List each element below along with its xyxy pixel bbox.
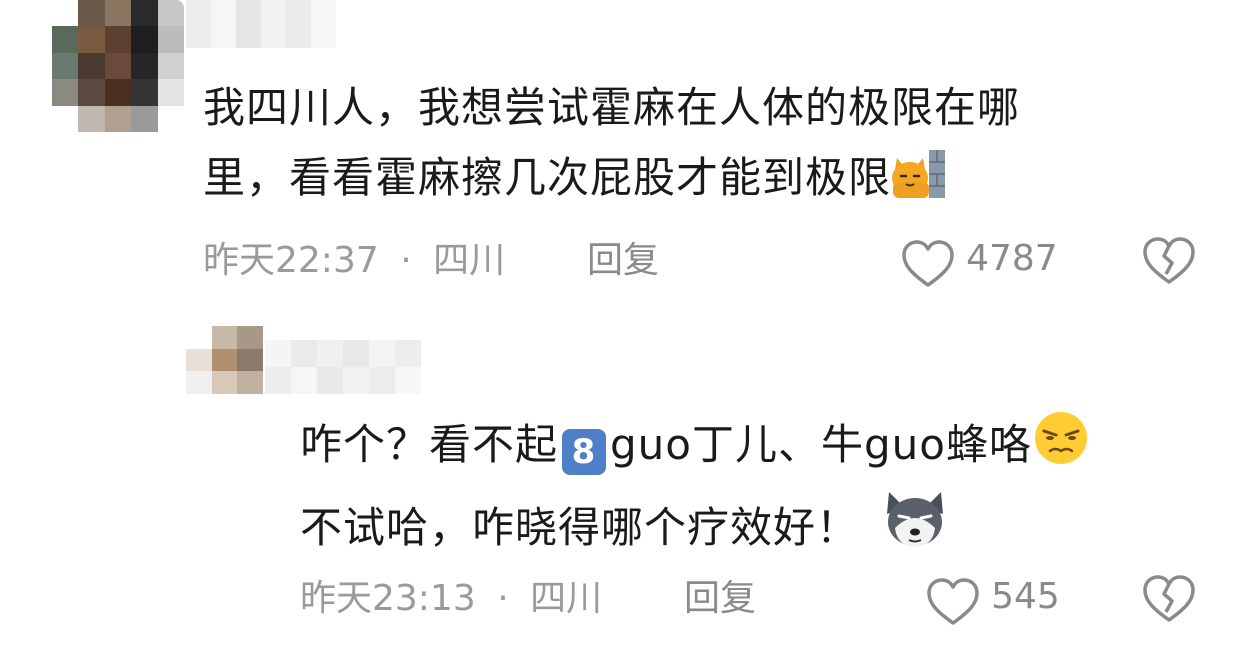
dislike-button[interactable] <box>1142 236 1196 290</box>
username-blurred[interactable] <box>265 340 421 394</box>
comment-line: 不试哈，咋晓得哪个疗效好！ <box>300 488 1090 571</box>
comment-line: 我四川人，我想尝试霍麻在人体的极限在哪 <box>203 83 1021 132</box>
like-button[interactable]: 4787 <box>901 234 1058 288</box>
comment-location: 四川 <box>530 578 603 619</box>
comment-line: 咋个？看不起 8 guo丁儿、牛guo蜂咯 <box>300 409 1090 488</box>
comment-time: 昨天22:37 <box>203 240 379 281</box>
comment-meta: 昨天22:37 · 四川 <box>203 236 505 286</box>
reply-button[interactable]: 回复 <box>684 574 756 624</box>
like-count: 545 <box>991 576 1060 617</box>
comment-meta: 昨天23:13 · 四川 <box>300 574 602 624</box>
broken-heart-icon <box>1142 574 1196 628</box>
comment-line: 里，看看霍麻擦几次屁股才能到极限 <box>203 143 1020 221</box>
like-button[interactable]: 545 <box>926 572 1060 626</box>
heart-icon <box>926 577 980 631</box>
avatar[interactable] <box>186 326 263 394</box>
husky-dog-emoji <box>883 488 947 571</box>
meta-separator: · <box>497 578 509 619</box>
like-count: 4787 <box>966 238 1058 279</box>
comment-location: 四川 <box>433 240 506 281</box>
smirk-face-emoji <box>1032 409 1090 488</box>
username-blurred[interactable] <box>186 0 336 48</box>
comment-text: 咋个？看不起 8 guo丁儿、牛guo蜂咯 不试哈，咋晓得哪个疗效好！ <box>300 409 1090 571</box>
comment-time: 昨天23:13 <box>300 578 476 619</box>
comment-text: 我四川人，我想尝试霍麻在人体的极限在哪 里，看看霍麻擦几次屁股才能到极限 <box>203 73 1020 221</box>
reply-button[interactable]: 回复 <box>587 236 659 286</box>
keycap-8-emoji: 8 <box>562 429 607 475</box>
meta-separator: · <box>400 240 412 281</box>
heart-icon <box>901 239 955 293</box>
cat-behind-wall-emoji <box>891 148 947 221</box>
avatar[interactable] <box>52 0 184 132</box>
dislike-button[interactable] <box>1142 574 1196 628</box>
broken-heart-icon <box>1142 236 1196 290</box>
